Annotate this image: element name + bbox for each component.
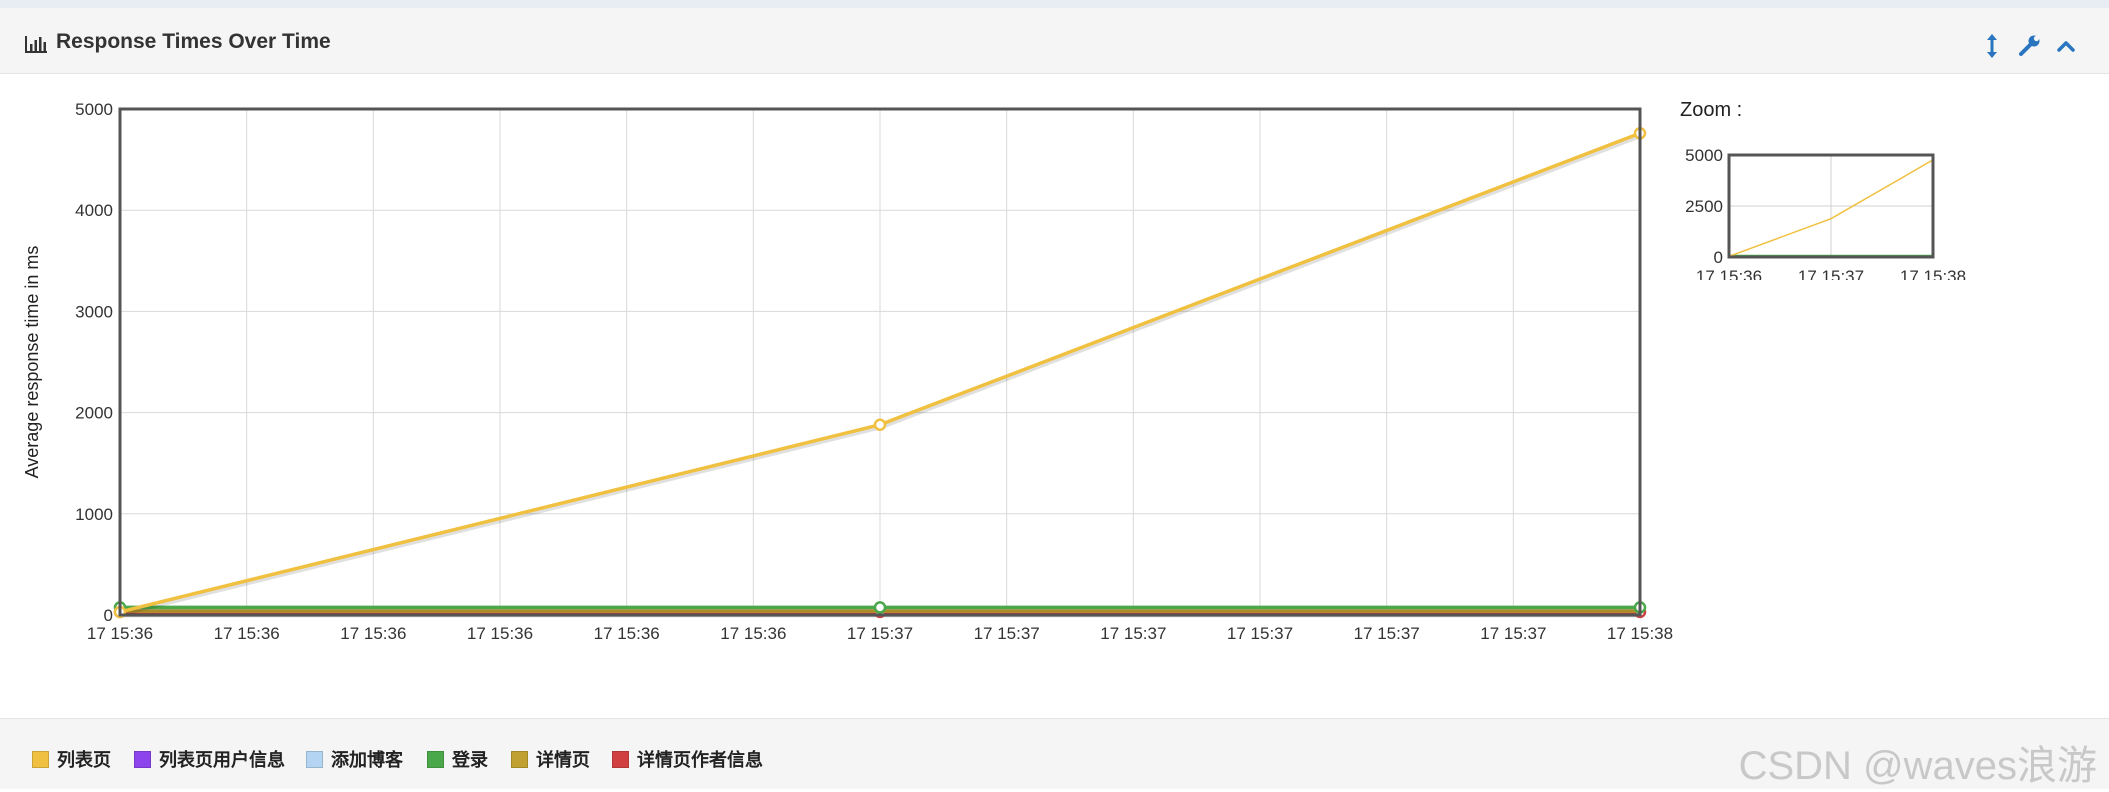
legend-swatch (511, 750, 528, 768)
main-chart: 0 1000 2000 3000 4000 5000 17 15:36 17 15:36 17 … (22, 100, 1673, 640)
legend-item[interactable]: 添加博客 (306, 748, 403, 770)
chevron-up-icon[interactable] (2052, 32, 2080, 60)
wrench-icon[interactable] (2015, 32, 2043, 60)
zoom-label: Zoom : (1680, 99, 1743, 121)
x-tick-label: 17 15:37 (847, 624, 913, 640)
legend-item[interactable]: 列表页用户信息 (134, 748, 285, 770)
legend-item[interactable]: 列表页 (32, 748, 111, 770)
legend-swatch (427, 750, 444, 768)
zoom-x-tick-label: 17 15:37 (1798, 267, 1864, 280)
legend-label: 列表页用户信息 (159, 750, 285, 770)
y-tick-label: 0 (104, 606, 113, 625)
x-tick-label: 17 15:37 (974, 624, 1040, 640)
x-tick-label: 17 15:36 (720, 624, 786, 640)
zoom-x-tick-label: 17 15:38 (1900, 267, 1966, 280)
x-tick-label: 17 15:36 (594, 624, 660, 640)
zoom-chart[interactable]: 0 2500 5000 17 15:36 17 15:37 17 15:38 (1660, 140, 1990, 280)
response-times-panel: Response Times Over Time 0 1000 2000 3000 40… (0, 0, 2109, 792)
zoom-x-tick-label: 17 15:36 (1696, 267, 1762, 280)
x-tick-label: 17 15:36 (467, 624, 533, 640)
legend-swatch (612, 750, 629, 768)
zoom-y-tick-label: 2500 (1685, 197, 1723, 216)
legend-item[interactable]: 登录 (427, 748, 488, 770)
y-tick-label: 5000 (75, 100, 113, 119)
legend-label: 列表页 (57, 750, 111, 770)
legend-label: 详情页作者信息 (637, 750, 763, 770)
legend-swatch (134, 750, 151, 768)
y-tick-label: 2000 (75, 404, 113, 423)
y-tick-label: 1000 (75, 505, 113, 524)
legend-label: 详情页 (536, 750, 590, 770)
x-tick-label: 17 15:36 (87, 624, 153, 640)
y-axis-label: Average response time in ms (22, 246, 42, 479)
x-tick-label: 17 15:36 (340, 624, 406, 640)
data-point[interactable] (873, 601, 887, 614)
x-tick-label: 17 15:38 (1607, 624, 1673, 640)
x-tick-label: 17 15:37 (1354, 624, 1420, 640)
x-tick-label: 17 15:37 (1480, 624, 1546, 640)
zoom-y-tick-label: 0 (1714, 248, 1723, 267)
legend-swatch (32, 750, 49, 768)
x-tick-label: 17 15:37 (1100, 624, 1166, 640)
x-tick-label: 17 15:37 (1227, 624, 1293, 640)
legend-label: 登录 (452, 750, 488, 770)
y-tick-label: 4000 (75, 201, 113, 220)
watermark: CSDN @waves浪游 (1738, 744, 2097, 788)
series-shadow (120, 132, 1642, 617)
data-point[interactable] (873, 418, 887, 431)
zoom-y-tick-label: 5000 (1685, 146, 1723, 165)
y-tick-label: 3000 (75, 302, 113, 321)
legend-item[interactable]: 详情页 (511, 748, 590, 770)
x-tick-label: 17 15:36 (214, 624, 280, 640)
resize-vertical-icon[interactable] (1978, 32, 2006, 60)
legend-swatch (306, 750, 323, 768)
legend-item[interactable]: 详情页作者信息 (612, 748, 763, 770)
legend-label: 添加博客 (331, 750, 403, 770)
